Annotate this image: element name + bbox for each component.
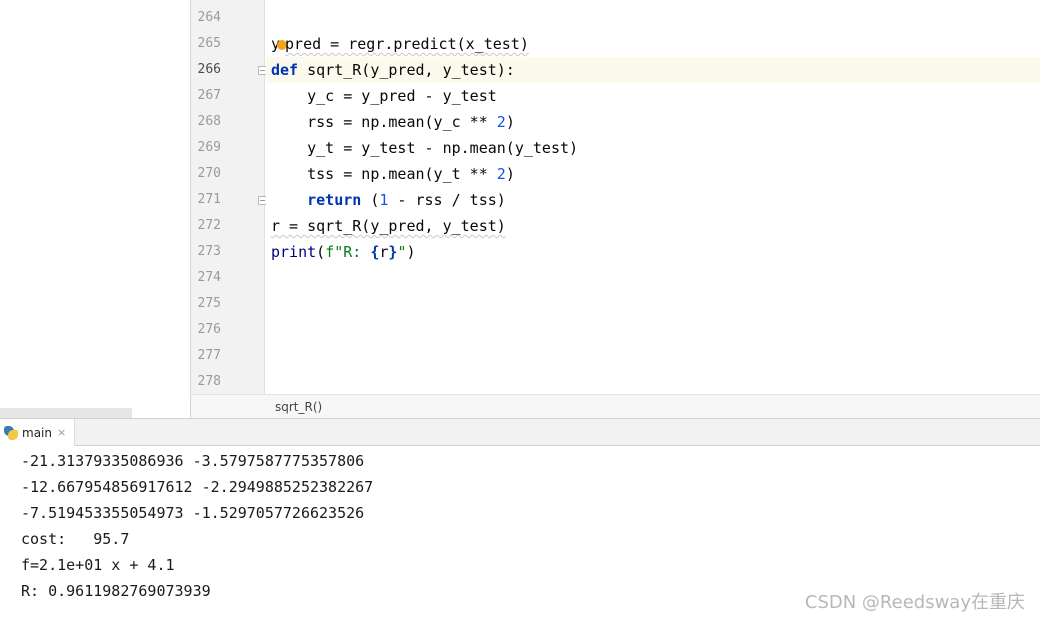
line-number: 264 bbox=[197, 10, 221, 25]
code-line-271[interactable]: return (1 - rss / tss) bbox=[266, 187, 1040, 213]
tab-label: main bbox=[22, 425, 52, 440]
code-line-267[interactable]: y_c = y_pred - y_test bbox=[266, 83, 1040, 109]
line-number: 267 bbox=[197, 88, 221, 103]
console-line: R: 0.9611982769073939 bbox=[21, 582, 211, 600]
console-line: -12.667954856917612 -2.2949885252382267 bbox=[21, 478, 374, 496]
code-token: ) bbox=[406, 243, 416, 261]
breadcrumb[interactable]: sqrt_R() bbox=[275, 400, 322, 414]
run-tab-main[interactable]: main × bbox=[0, 419, 76, 446]
console-line: -7.519453355054973 -1.5297057726623526 bbox=[21, 504, 365, 522]
code-token: y_t = y_test - np.mean(y_test) bbox=[271, 139, 579, 157]
code-token: ) bbox=[505, 113, 515, 131]
code-line-273[interactable]: print(f"R: {r}") bbox=[266, 239, 1040, 265]
line-number: 274 bbox=[197, 270, 221, 285]
code-token: y_c = y_pred - y_test bbox=[271, 87, 497, 105]
console-line: cost: 95.7 bbox=[21, 530, 130, 548]
line-number: 276 bbox=[197, 322, 221, 337]
code-keyword: return bbox=[307, 191, 362, 209]
code-token: tss = np.mean(y_t ** bbox=[271, 165, 497, 183]
line-number: 278 bbox=[197, 374, 221, 389]
line-number: 266 bbox=[197, 62, 221, 77]
line-number: 269 bbox=[197, 140, 221, 155]
line-number: 277 bbox=[197, 348, 221, 363]
code-token: rss = np.mean(y_c ** bbox=[271, 113, 497, 131]
code-line-266[interactable]: def sqrt_R(y_pred, y_test): bbox=[266, 57, 1040, 83]
console-line: f=2.1e+01 x + 4.1 bbox=[21, 556, 175, 574]
code-token: ( bbox=[361, 191, 380, 209]
watermark: CSDN @Reedsway在重庆 bbox=[804, 592, 1025, 613]
line-number: 273 bbox=[197, 244, 221, 259]
horizontal-scrollbar[interactable] bbox=[0, 408, 132, 418]
line-number: 270 bbox=[197, 166, 221, 181]
breadcrumb-bar: sqrt_R() bbox=[190, 394, 1040, 418]
line-number: 272 bbox=[197, 218, 221, 233]
code-token: pred = regr.predict(x_test) bbox=[285, 35, 529, 53]
line-number: 265 bbox=[197, 36, 221, 51]
line-number: 271 bbox=[197, 192, 221, 207]
code-editor[interactable]: y pred = regr.predict(x_test) def sqrt_R(… bbox=[266, 0, 1040, 394]
line-number: 268 bbox=[197, 114, 221, 129]
editor-gutter: 264 265 266 267 268 269 270 271 272 273 … bbox=[190, 0, 267, 394]
code-number: 2 bbox=[496, 165, 506, 183]
code-line-269[interactable]: y_t = y_test - np.mean(y_test) bbox=[266, 135, 1040, 161]
code-token: ) bbox=[505, 165, 515, 183]
code-token: sqrt_R(y_pred, y_test): bbox=[298, 61, 515, 79]
code-token: ( bbox=[316, 243, 326, 261]
code-fstring: f"R: bbox=[325, 243, 371, 261]
close-icon[interactable]: × bbox=[57, 426, 66, 439]
code-line-268[interactable]: rss = np.mean(y_c ** 2) bbox=[266, 109, 1040, 135]
code-line-270[interactable]: tss = np.mean(y_t ** 2) bbox=[266, 161, 1040, 187]
code-number: 2 bbox=[496, 113, 506, 131]
code-builtin: print bbox=[271, 243, 317, 261]
code-line-265[interactable]: y pred = regr.predict(x_test) bbox=[266, 31, 1040, 57]
run-panel-header: main × bbox=[0, 418, 1040, 446]
code-token: - rss / tss) bbox=[388, 191, 506, 209]
code-keyword: def bbox=[271, 61, 299, 79]
code-token: r = sqrt_R(y_pred, y_test) bbox=[271, 217, 506, 235]
code-line-272[interactable]: r = sqrt_R(y_pred, y_test) bbox=[266, 213, 1040, 239]
console-line: -21.31379335086936 -3.5797587775357806 bbox=[21, 452, 365, 470]
line-number: 275 bbox=[197, 296, 221, 311]
project-pane bbox=[0, 0, 190, 418]
python-icon bbox=[4, 425, 18, 440]
